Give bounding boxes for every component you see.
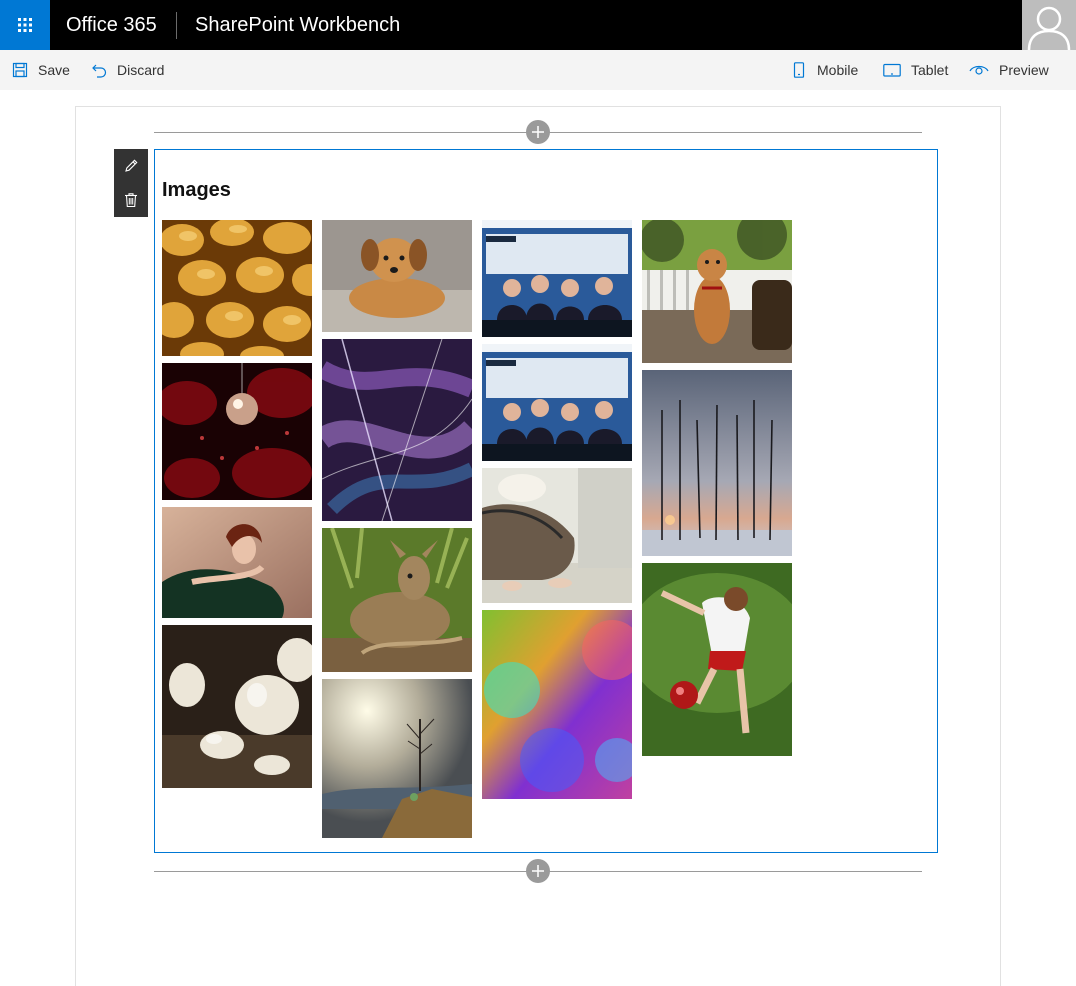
plus-icon [532, 865, 544, 877]
mobile-button[interactable]: Mobile [791, 50, 858, 90]
undo-icon [92, 64, 107, 78]
command-bar: Save Discard Mobile Tablet Preview [0, 50, 1076, 90]
discard-button[interactable]: Discard [91, 50, 164, 90]
tablet-icon [883, 63, 901, 77]
delete-webpart-button[interactable] [114, 183, 148, 217]
delete-icon [125, 193, 137, 208]
tablet-button[interactable]: Tablet [883, 50, 948, 90]
image-garlic[interactable] [162, 625, 312, 788]
image-people-on-bus-2[interactable] [482, 344, 632, 461]
image-puppy[interactable] [322, 220, 472, 332]
tablet-label: Tablet [911, 62, 949, 78]
image-dog-on-porch[interactable] [642, 220, 792, 363]
webpart-toolbar [114, 149, 148, 217]
image-lone-tree-landscape[interactable] [322, 679, 472, 838]
save-icon [12, 62, 28, 78]
mobile-label: Mobile [817, 62, 859, 78]
image-people-on-bus[interactable] [482, 220, 632, 337]
user-avatar[interactable] [1022, 0, 1076, 50]
image-disco-ball[interactable] [162, 363, 312, 500]
save-button[interactable]: Save [12, 50, 70, 90]
image-woman-in-dress[interactable] [162, 507, 312, 618]
discard-label: Discard [117, 62, 165, 78]
save-label: Save [38, 62, 70, 78]
image-winter-trees[interactable] [642, 370, 792, 556]
app-launcher-icon [18, 18, 32, 32]
eye-icon [969, 65, 989, 75]
brand-link[interactable]: Office 365 [66, 13, 157, 37]
person-icon [1027, 6, 1071, 50]
app-launcher-button[interactable] [0, 0, 50, 50]
image-woman-sitting[interactable] [482, 468, 632, 603]
suitebar-divider [176, 12, 177, 39]
image-girl-kicking-ball[interactable] [642, 563, 792, 756]
mobile-icon [793, 62, 805, 78]
edit-icon [125, 159, 138, 172]
webpart-title: Images [162, 179, 231, 201]
preview-button[interactable]: Preview [969, 50, 1049, 90]
add-webpart-bottom-button[interactable] [526, 859, 550, 883]
image-abstract-swirl[interactable] [322, 339, 472, 521]
app-title[interactable]: SharePoint Workbench [195, 13, 400, 37]
preview-label: Preview [999, 62, 1049, 78]
edit-webpart-button[interactable] [114, 149, 148, 183]
add-webpart-top-button[interactable] [526, 120, 550, 144]
image-colorful-bokeh[interactable] [482, 610, 632, 799]
plus-icon [532, 126, 544, 138]
image-fawn[interactable] [322, 528, 472, 672]
image-bread-rolls[interactable] [162, 220, 312, 356]
suite-bar: Office 365 SharePoint Workbench [0, 0, 1076, 50]
